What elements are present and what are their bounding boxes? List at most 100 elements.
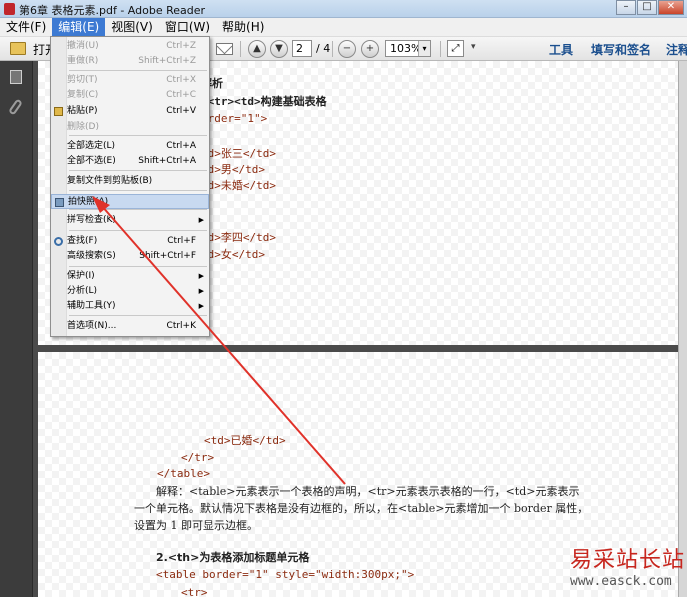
- doc-heading: 2.<th>为表格添加标题单元格: [156, 551, 310, 564]
- edit-menu-item: 复制(C) Ctrl+C: [51, 88, 209, 103]
- doc-code: <tr>: [181, 586, 208, 597]
- doc-code: td>张三</td>: [201, 147, 276, 160]
- previous-page-button[interactable]: ▲: [248, 40, 266, 58]
- edit-menu-item[interactable]: 复制文件到剪贴板(B): [51, 174, 209, 189]
- chevron-down-icon[interactable]: ▾: [418, 41, 430, 56]
- edit-menu-item-label: 保护(I): [67, 271, 95, 281]
- edit-menu-item-label: 粘贴(P): [67, 106, 98, 116]
- toolbar-more-icon[interactable]: ▾: [471, 42, 476, 52]
- doc-code: order="1">: [201, 112, 268, 125]
- toolbar-divider: [240, 41, 241, 57]
- toolbar-divider: [332, 41, 333, 57]
- fit-page-button[interactable]: ⤢: [447, 40, 464, 57]
- shortcut-label: Ctrl+Z: [166, 41, 196, 51]
- comment-pane-button[interactable]: 注释: [666, 41, 687, 58]
- watermark: 易采站长站 www.easck.com: [542, 540, 687, 597]
- tools-pane-button[interactable]: 工具: [549, 41, 573, 58]
- edit-menu-item-label: 重做(R): [67, 56, 99, 66]
- minimize-button[interactable]: –: [616, 0, 636, 15]
- edit-menu-item[interactable]: 粘贴(P) Ctrl+V: [51, 104, 209, 119]
- menu-separator: [69, 135, 207, 136]
- search-icon: [54, 237, 63, 246]
- edit-menu-item[interactable]: 首选项(N)... Ctrl+K: [51, 319, 209, 334]
- submenu-arrow-icon: ▶: [198, 302, 204, 310]
- menu-help[interactable]: 帮助(H): [216, 18, 270, 37]
- navigation-pane: [0, 61, 33, 597]
- doc-paragraph: 解释：<table>元素表示一个表格的声明，<tr>元素表示表格的一行，<td>…: [156, 485, 580, 498]
- attachments-icon[interactable]: [8, 98, 23, 116]
- edit-menu-item-label: 拼写检查(K): [67, 215, 116, 225]
- toolbar-divider: [440, 41, 441, 57]
- shortcut-label: Shift+Ctrl+F: [139, 251, 196, 261]
- zoom-value: 103%: [390, 42, 422, 55]
- edit-menu-item: 剪切(T) Ctrl+X: [51, 73, 209, 88]
- fill-sign-pane-button[interactable]: 填写和签名: [591, 41, 651, 58]
- menu-bar: 文件(F) 编辑(E) 视图(V) 窗口(W) 帮助(H): [0, 17, 687, 37]
- edit-menu-dropdown: 撤消(U) Ctrl+Z 重做(R) Shift+Ctrl+Z 剪切(T) Ctrl+X 复…: [50, 36, 210, 337]
- edit-menu-item: 删除(D): [51, 120, 209, 135]
- edit-menu-item-label: 复制(C): [67, 90, 99, 100]
- menu-separator: [69, 170, 207, 171]
- doc-code: td>李四</td>: [201, 231, 276, 244]
- zoom-level-select[interactable]: 103% ▾: [385, 40, 431, 57]
- edit-menu-item[interactable]: 辅助工具(Y) ▶: [51, 299, 209, 314]
- submenu-arrow-icon: ▶: [198, 272, 204, 280]
- watermark-text: 易采站长站: [570, 548, 686, 573]
- edit-menu-item-label: 剪切(T): [67, 75, 98, 85]
- edit-menu-item-label: 全部不选(E): [67, 156, 116, 166]
- open-folder-icon[interactable]: [10, 42, 26, 55]
- doc-text: ><tr><td>构建基础表格: [201, 95, 327, 108]
- doc-code: <table border="1" style="width:300px;">: [156, 568, 415, 581]
- title-bar: 第6章 表格元素.pdf - Adobe Reader – □ ✕: [0, 0, 687, 18]
- doc-code: <td>已婚</td>: [204, 434, 286, 447]
- edit-menu-item[interactable]: 拼写检查(K) ▶: [51, 213, 209, 228]
- shortcut-label: Ctrl+K: [166, 321, 196, 331]
- camera-icon: [55, 198, 64, 207]
- edit-menu-item[interactable]: 分析(L) ▶: [51, 284, 209, 299]
- edit-menu-item: 重做(R) Shift+Ctrl+Z: [51, 54, 209, 69]
- window-controls: – □ ✕: [615, 0, 684, 16]
- maximize-button[interactable]: □: [637, 0, 657, 15]
- doc-code: </tr>: [181, 451, 215, 464]
- edit-menu-item[interactable]: 全部选定(L) Ctrl+A: [51, 139, 209, 154]
- edit-menu-item-label: 全部选定(L): [67, 141, 116, 151]
- shortcut-label: Ctrl+F: [167, 236, 196, 246]
- menu-file[interactable]: 文件(F): [0, 18, 52, 37]
- edit-menu-item-label: 查找(F): [67, 236, 98, 246]
- email-icon[interactable]: [216, 43, 233, 55]
- edit-menu-item-label: 首选项(N)...: [67, 321, 117, 331]
- close-button[interactable]: ✕: [658, 0, 684, 15]
- edit-menu-item-label: 撤消(U): [67, 41, 99, 51]
- edit-menu-item[interactable]: 高级搜索(S) Shift+Ctrl+F: [51, 249, 209, 264]
- menu-separator: [69, 70, 207, 71]
- watermark-url: www.easck.com: [570, 574, 672, 589]
- page-thumbnails-icon[interactable]: [7, 67, 22, 84]
- edit-menu-item[interactable]: 保护(I) ▶: [51, 269, 209, 284]
- menu-view[interactable]: 视图(V): [105, 18, 159, 37]
- submenu-arrow-icon: ▶: [198, 216, 204, 224]
- vertical-scrollbar[interactable]: [678, 61, 687, 597]
- menu-separator: [69, 315, 207, 316]
- submenu-arrow-icon: ▶: [198, 287, 204, 295]
- edit-menu-item[interactable]: 查找(F) Ctrl+F: [51, 234, 209, 249]
- zoom-out-button[interactable]: −: [338, 40, 356, 58]
- menu-edit[interactable]: 编辑(E): [52, 17, 106, 37]
- edit-menu-item-label: 分析(L): [67, 286, 98, 296]
- edit-menu-item-label: 拍快照(A): [68, 197, 109, 207]
- doc-paragraph: 一个单元格。默认情况下表格是没有边框的，所以，在<table>元素增加一个 bo…: [134, 502, 589, 515]
- edit-menu-item-label: 辅助工具(Y): [67, 301, 116, 311]
- edit-menu-item: 撤消(U) Ctrl+Z: [51, 39, 209, 54]
- next-page-button[interactable]: ▼: [270, 40, 288, 58]
- shortcut-label: Ctrl+X: [166, 75, 196, 85]
- edit-menu-item[interactable]: 全部不选(E) Shift+Ctrl+A: [51, 154, 209, 169]
- page-total: / 4: [316, 42, 331, 55]
- shortcut-label: Shift+Ctrl+A: [138, 156, 196, 166]
- shortcut-label: Ctrl+A: [166, 141, 196, 151]
- page-number-input[interactable]: 2: [292, 40, 312, 57]
- edit-menu-item[interactable]: 拍快照(A): [51, 194, 209, 209]
- doc-code: td>未婚</td>: [201, 179, 276, 192]
- paste-icon: [54, 107, 63, 116]
- shortcut-label: Shift+Ctrl+Z: [138, 56, 196, 66]
- menu-window[interactable]: 窗口(W): [159, 18, 216, 37]
- zoom-in-button[interactable]: +: [361, 40, 379, 58]
